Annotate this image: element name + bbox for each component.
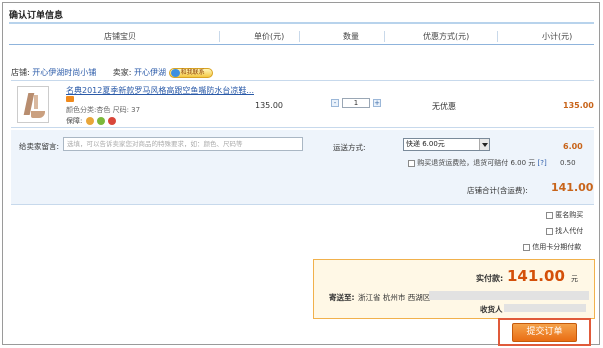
product-thumbnail[interactable]	[17, 86, 49, 123]
proxy-pay-label: 找人代付	[555, 227, 584, 235]
shipping-method-label: 运送方式:	[333, 143, 366, 152]
address-label: 寄送至:	[329, 293, 355, 302]
promo-tag-icon	[66, 96, 74, 102]
seller-message-label: 给卖家留言:	[19, 142, 60, 151]
item-subtotal: 135.00	[563, 101, 594, 110]
column-separator	[299, 31, 300, 42]
column-separator	[384, 31, 385, 42]
anonymous-purchase-option: 匿名购买	[546, 210, 583, 220]
chevron-down-icon	[479, 139, 489, 150]
wangwang-icon	[170, 68, 180, 77]
guarantee-row: 保障:	[66, 116, 117, 126]
submit-highlight: 提交订单	[498, 318, 591, 346]
quantity-plus-button[interactable]: +	[373, 99, 381, 107]
redacted-receiver	[504, 304, 586, 312]
shop-info: 店铺: 开心伊湖时尚小铺 卖家: 开心伊湖 和我联系	[11, 67, 213, 78]
guarantee-medal-icon[interactable]	[85, 117, 94, 125]
seller-message-input[interactable]: 选填，可以告诉卖家您对商品的特殊要求，如：颜色、尺码等	[63, 137, 303, 151]
quantity-minus-button[interactable]: -	[331, 99, 339, 107]
page-title: 确认订单信息	[9, 11, 64, 21]
anonymous-purchase-label: 匿名购买	[555, 211, 584, 219]
product-title-link[interactable]: 名典2012夏季新款罗马风格高跟空鱼嘴防水台凉鞋...	[66, 85, 254, 96]
column-separator	[219, 31, 220, 42]
discount-value: 无优惠	[432, 102, 456, 111]
column-header-subtotal: 小计(元)	[542, 32, 573, 41]
seller-name-link[interactable]: 开心伊湖	[134, 68, 166, 77]
shoe-image-strap	[34, 95, 38, 109]
guarantee-label: 保障:	[66, 117, 83, 125]
shop-name-link[interactable]: 开心伊湖时尚小铺	[32, 68, 96, 77]
receiver-label: 收货人	[480, 305, 503, 314]
column-separator	[497, 31, 498, 42]
installment-checkbox[interactable]	[523, 243, 530, 251]
shipping-panel: 给卖家留言: 选填，可以告诉卖家您对商品的特殊要求，如：颜色、尺码等 运送方式:…	[11, 130, 594, 205]
column-header-unit-price: 单价(元)	[254, 32, 285, 41]
column-header-row: 店铺宝贝 单价(元) 数量 优惠方式(元) 小计(元)	[9, 31, 594, 45]
proxy-pay-checkbox[interactable]	[546, 227, 553, 235]
quantity-input[interactable]: 1	[342, 98, 370, 108]
shop-total-label: 店铺合计(含运费):	[467, 186, 528, 195]
seller-label: 卖家:	[112, 68, 132, 77]
proxy-pay-option: 找人代付	[546, 226, 583, 236]
submit-order-button[interactable]: 提交订单	[512, 323, 577, 342]
header-divider	[9, 22, 594, 24]
contact-seller-label: 和我联系	[180, 68, 205, 76]
contact-seller-button[interactable]: 和我联系	[168, 67, 213, 78]
shop-total: 141.00	[551, 181, 594, 194]
pay-unit: 元	[571, 275, 578, 283]
pay-amount-label: 实付款:	[476, 274, 504, 283]
column-header-item: 店铺宝贝	[104, 32, 136, 41]
insurance-price: 0.50	[560, 159, 576, 167]
return-insurance-label: 购买退货运费险，退货可赔付 6.00 元	[417, 159, 536, 167]
return-insurance-checkbox[interactable]	[408, 159, 415, 167]
order-item-row: 名典2012夏季新款罗马风格高跟空鱼嘴防水台凉鞋... 颜色分类:杏色 尺码: …	[11, 80, 594, 128]
redacted-address	[429, 291, 589, 300]
pay-amount: 141.00	[507, 267, 565, 285]
shoe-image-sole	[31, 111, 45, 118]
installment-label: 信用卡分期付款	[532, 243, 582, 251]
guarantee-leaf-icon[interactable]	[96, 117, 105, 125]
shop-label: 店铺:	[11, 68, 30, 77]
shipping-price: 6.00	[563, 142, 583, 151]
shipping-method-select[interactable]: 快递 6.00元	[403, 138, 490, 151]
return-insurance-option: 购买退货运费险，退货可赔付 6.00 元 [?]	[408, 158, 547, 168]
installment-option: 信用卡分期付款	[523, 242, 581, 252]
insurance-help-link[interactable]: [?]	[538, 159, 547, 167]
payment-summary: 实付款: 141.00 元 寄送至: 浙江省 杭州市 西湖区 收货人	[313, 259, 595, 319]
product-attributes: 颜色分类:杏色 尺码: 37	[66, 106, 141, 114]
anonymous-purchase-checkbox[interactable]	[546, 211, 553, 219]
column-header-discount: 优惠方式(元)	[423, 32, 470, 41]
unit-price: 135.00	[255, 101, 283, 110]
address-value: 浙江省 杭州市 西湖区	[358, 293, 431, 302]
guarantee-flower-icon[interactable]	[108, 117, 117, 125]
shipping-method-value: 快递 6.00元	[406, 140, 445, 148]
column-header-quantity: 数量	[343, 32, 359, 41]
